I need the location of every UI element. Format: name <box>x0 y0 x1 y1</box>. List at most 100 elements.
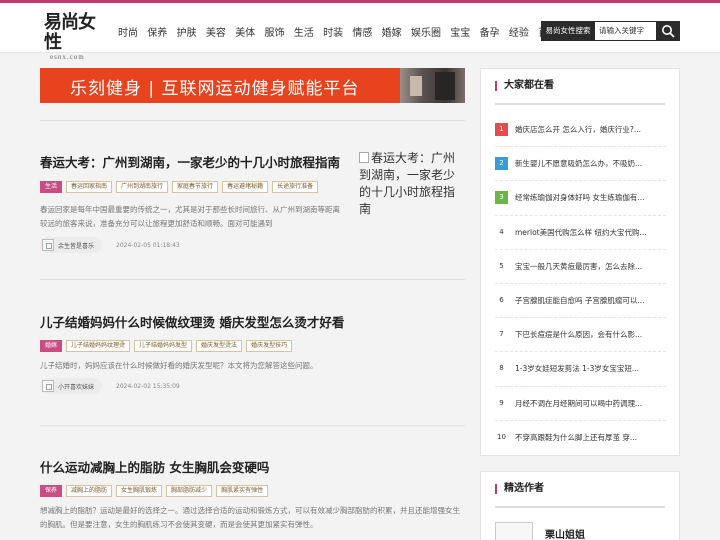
nav-item-clothing[interactable]: 服饰 <box>264 24 284 39</box>
keyword-tag[interactable]: 婚庆发型烫法 <box>196 340 243 352</box>
search-icon <box>662 25 675 38</box>
logo-domain: esnx.com <box>50 53 85 61</box>
list-item[interactable]: 10 不穿高跟鞋为什么脚上还有厚茧 穿... <box>495 421 666 455</box>
article-card: 春运大考：广州到湖南，一家老少的十几小时旅程指南 生活 春运回家指南 广州到湖南… <box>40 121 465 279</box>
list-item-title[interactable]: merlot美国代购怎么样 纽约大宝代购... <box>515 227 665 238</box>
nav-item-entertainment[interactable]: 娱乐圈 <box>411 24 441 39</box>
rank-badge: 5 <box>499 261 504 270</box>
publish-date: 2024-02-05 01:18:43 <box>116 241 180 249</box>
nav-item-fashion[interactable]: 时尚 <box>118 24 138 39</box>
card-title-rule <box>495 103 665 105</box>
ad-banner[interactable]: 乐刻健身 | 互联网运动健身赋能平台 <box>40 68 465 103</box>
keyword-tag[interactable]: 女生胸肌锻炼 <box>116 485 163 497</box>
rank-badge: 1 <box>495 123 508 137</box>
keyword-tag[interactable]: 婚庆发型技巧 <box>246 340 293 352</box>
nav-item-life[interactable]: 生活 <box>294 24 314 39</box>
rank-badge: 3 <box>495 191 508 205</box>
author-pill[interactable]: 余生皆是喜乐 <box>40 237 103 253</box>
keyword-tag[interactable]: 春运回家指南 <box>66 181 113 193</box>
list-item[interactable]: 9 月经不调在月经期间可以喝中药调理... <box>495 387 666 421</box>
nav-item-body[interactable]: 美体 <box>235 24 255 39</box>
nav-item-wedding[interactable]: 婚嫁 <box>382 24 402 39</box>
article-excerpt: 想减胸上的脂肪？运动是最好的选择之一。通过选择合适的运动和锻炼方式，可以有效减少… <box>40 506 460 529</box>
article-excerpt: 春运回家是每年中国最重要的传统之一，尤其是对于那些长时间旅行、从广州到湖南等距离… <box>40 205 340 228</box>
list-item-title[interactable]: 月经不调在月经期间可以喝中药调理... <box>515 398 665 409</box>
card-title-rule <box>495 506 665 508</box>
list-item[interactable]: 3 经常练瑜伽对身体好吗 女生练瑜伽有... <box>495 181 666 216</box>
list-item-title[interactable]: 子宫腺肌症能自愈吗 子宫腺肌瘤可以... <box>515 295 665 306</box>
article-tags: 婚嫁 儿子结婚妈妈纹理烫 儿子结婚妈妈发型 婚庆发型烫法 婚庆发型技巧 <box>40 340 465 352</box>
rank-badge: 4 <box>499 227 504 236</box>
keyword-tag[interactable]: 长途旅行准备 <box>272 181 319 193</box>
list-item-title[interactable]: 宝宝一般几天黄疸最厉害，怎么去除... <box>515 261 665 272</box>
list-item[interactable]: 6 子宫腺肌症能自愈吗 子宫腺肌瘤可以... <box>495 284 666 319</box>
search-bar: 易尚女性搜索 请输入关键字 <box>541 21 680 41</box>
hot-list: 1 婚庆店怎么开 怎么入行，婚庆行业?... 2 新生婴儿不愿意吸奶怎么办，不吸奶.… <box>495 113 666 455</box>
keyword-tag[interactable]: 广州到湖南旅行 <box>116 181 169 193</box>
nav-item-beauty[interactable]: 美容 <box>206 24 226 39</box>
list-item-title[interactable]: 1-3岁女娃短发剪法 1-3岁女宝宝短... <box>515 363 665 374</box>
list-item-title[interactable]: 下巴长痘痘是什么原因，会有什么影... <box>515 329 665 340</box>
site-logo[interactable]: 易尚女性 esnx.com <box>44 13 104 62</box>
keyword-tag[interactable]: 儿子结婚妈妈纹理烫 <box>66 340 131 352</box>
category-tag[interactable]: 保养 <box>40 485 63 497</box>
nav-item-skincare[interactable]: 护肤 <box>177 24 197 39</box>
list-item[interactable]: 4 merlot美国代购怎么样 纽约大宝代购... <box>495 216 666 250</box>
keyword-tag[interactable]: 春运避堵秘籍 <box>222 181 269 193</box>
avatar[interactable] <box>495 522 533 540</box>
publish-date: 2024-02-02 15:35:09 <box>116 382 180 390</box>
nav-item-pregnancy[interactable]: 备孕 <box>480 24 500 39</box>
list-item-title[interactable]: 新生婴儿不愿意吸奶怎么办，不吸奶... <box>515 158 665 169</box>
logo-text: 易尚女性 <box>44 12 96 53</box>
keyword-tag[interactable]: 胸肌紧实有弹性 <box>216 485 269 497</box>
nav-item-care[interactable]: 保养 <box>147 24 167 39</box>
list-item[interactable]: 2 新生婴儿不愿意吸奶怎么办，不吸奶... <box>495 147 666 182</box>
nav-item-experience[interactable]: 经验 <box>509 24 529 39</box>
rank-badge: 10 <box>497 433 506 442</box>
list-item-title[interactable]: 婚庆店怎么开 怎么入行，婚庆行业?... <box>515 124 665 135</box>
featured-writers-card: 精选作者 栗山姐姐 <box>480 471 680 540</box>
article-meta: 小开喜欢妹妹 2024-02-02 15:35:09 <box>40 378 465 394</box>
article-thumbnail[interactable]: 春运大考：广州到湖南，一家老少的十几小时旅程指南 <box>359 150 465 218</box>
search-submit-button[interactable] <box>656 21 680 41</box>
writer-name[interactable]: 栗山姐姐 <box>545 526 585 540</box>
banner-text: 乐刻健身 | 互联网运动健身赋能平台 <box>70 79 360 99</box>
article-meta: 余生皆是喜乐 2024-02-05 01:18:43 <box>40 237 465 253</box>
article-title[interactable]: 儿子结婚妈妈什么时候做纹理烫 婚庆发型怎么烫才好看 <box>40 312 465 331</box>
article-excerpt: 儿子结婚时，妈妈应该在什么时候做好看的婚庆发型呢？本文将为您解答这些问题。 <box>40 361 318 370</box>
card-title: 精选作者 <box>495 484 544 494</box>
category-tag[interactable]: 婚嫁 <box>40 340 63 352</box>
author-name: 小开喜欢妹妹 <box>58 383 95 391</box>
thumbnail-alt-text: 春运大考：广州到湖南，一家老少的十几小时旅程指南 <box>359 151 456 216</box>
keyword-tag[interactable]: 家庭春节旅行 <box>172 181 219 193</box>
search-input[interactable]: 请输入关键字 <box>595 21 656 41</box>
card-title: 大家都在看 <box>495 81 554 91</box>
list-item[interactable]: 8 1-3岁女娃短发剪法 1-3岁女宝宝短... <box>495 352 666 387</box>
list-item[interactable]: 5 宝宝一般几天黄疸最厉害，怎么去除... <box>495 250 666 284</box>
rank-badge: 8 <box>499 364 504 373</box>
site-header: 易尚女性 esnx.com 时尚 保养 护肤 美容 美体 服饰 生活 时装 情感… <box>0 3 720 62</box>
nav-item-apparel[interactable]: 时装 <box>323 24 343 39</box>
rank-badge: 9 <box>499 398 504 407</box>
avatar <box>42 239 54 251</box>
nav-item-baby[interactable]: 宝宝 <box>450 24 470 39</box>
author-pill[interactable]: 小开喜欢妹妹 <box>40 378 103 394</box>
keyword-tag[interactable]: 胸部脂肪减少 <box>166 485 213 497</box>
search-label-button[interactable]: 易尚女性搜索 <box>541 21 595 41</box>
hot-articles-card: 大家都在看 1 婚庆店怎么开 怎么入行，婚庆行业?... 2 新生婴儿不愿意吸奶怎么… <box>480 68 680 456</box>
rank-badge: 6 <box>499 296 504 305</box>
article-card: 什么运动减胸上的脂肪 女生胸肌会变硬吗 保养 减胸上的脂肪 女生胸肌锻炼 胸部脂… <box>40 426 465 540</box>
list-item-title[interactable]: 不穿高跟鞋为什么脚上还有厚茧 穿... <box>515 432 665 443</box>
article-title[interactable]: 什么运动减胸上的脂肪 女生胸肌会变硬吗 <box>40 457 465 476</box>
keyword-tag[interactable]: 减胸上的脂肪 <box>66 485 113 497</box>
rank-badge: 2 <box>495 157 508 171</box>
list-item-title[interactable]: 经常练瑜伽对身体好吗 女生练瑜伽有... <box>515 192 665 203</box>
keyword-tag[interactable]: 儿子结婚妈妈发型 <box>134 340 193 352</box>
article-card: 儿子结婚妈妈什么时候做纹理烫 婚庆发型怎么烫才好看 婚嫁 儿子结婚妈妈纹理烫 儿… <box>40 280 465 425</box>
list-item[interactable]: 7 下巴长痘痘是什么原因，会有什么影... <box>495 318 666 353</box>
nav-item-emotion[interactable]: 情感 <box>352 24 372 39</box>
category-tag[interactable]: 生活 <box>40 181 63 193</box>
rank-badge: 7 <box>499 330 504 339</box>
list-item[interactable]: 1 婚庆店怎么开 怎么入行，婚庆行业?... <box>495 113 666 148</box>
broken-image-icon <box>359 152 369 163</box>
